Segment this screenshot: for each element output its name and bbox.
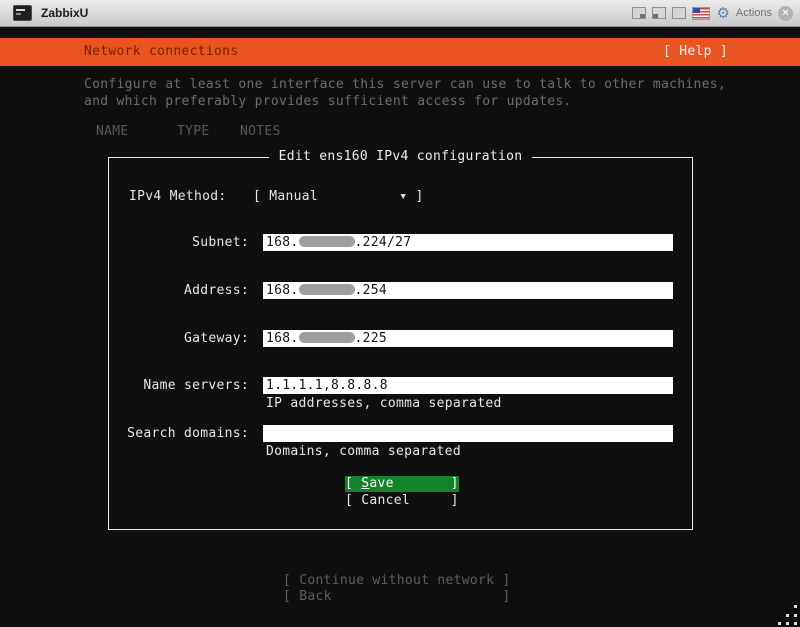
column-header-type: TYPE	[177, 124, 210, 139]
titlebar-controls: Actions	[632, 5, 793, 21]
address-value-prefix: 168.	[266, 283, 299, 298]
search-domains-input[interactable]	[263, 425, 673, 442]
redacted-octet	[298, 284, 355, 295]
subnet-input[interactable]: 168. .224/27	[263, 234, 673, 251]
address-input[interactable]: 168. .254	[263, 282, 673, 299]
keyboard-layout-flag-icon[interactable]	[692, 6, 711, 20]
gateway-value-suffix: .225	[354, 331, 388, 346]
save-rest: ave	[369, 476, 394, 491]
gateway-value-prefix: 168.	[266, 331, 299, 346]
save-button[interactable]: [ Save ]	[345, 476, 459, 492]
redacted-octet	[298, 332, 355, 343]
back-button[interactable]: [ Back ]	[283, 589, 511, 604]
restore-left-window-icon[interactable]	[652, 7, 667, 19]
help-button[interactable]: [ Help ]	[663, 38, 728, 66]
maximize-window-icon[interactable]	[672, 7, 687, 19]
gear-icon[interactable]	[716, 6, 729, 21]
redacted-octet	[298, 236, 355, 247]
actions-button[interactable]: Actions	[736, 7, 772, 19]
save-open: [	[345, 476, 362, 491]
ipv4-method-label: IPv4 Method:	[129, 189, 227, 204]
column-header-notes: NOTES	[240, 124, 281, 139]
close-icon[interactable]	[778, 5, 793, 21]
intro-text-line1: Configure at least one interface this se…	[84, 77, 727, 92]
search-domains-label: Search domains:	[127, 426, 249, 441]
titlebar: ZabbixU Actions	[0, 0, 800, 27]
edit-ipv4-dialog: Edit ens160 IPv4 configuration IPv4 Meth…	[108, 149, 693, 530]
gateway-input[interactable]: 168. .225	[263, 330, 673, 347]
screen-header: Network connections [ Help ]	[0, 38, 800, 66]
address-label: Address:	[183, 283, 249, 298]
intro-text-line2: and which preferably provides sufficient…	[84, 94, 572, 109]
search-domains-help: Domains, comma separated	[266, 444, 462, 459]
continue-without-network-button[interactable]: [ Continue without network ]	[283, 573, 511, 588]
page-title: Network connections	[84, 44, 239, 59]
ipv4-method-dropdown[interactable]: [ Manual ▾ ]	[253, 189, 424, 204]
restore-window-icon[interactable]	[632, 7, 647, 19]
subnet-label: Subnet:	[192, 235, 249, 250]
nameservers-input[interactable]: 1.1.1.1,8.8.8.8	[263, 377, 673, 394]
nameservers-label: Name servers:	[143, 378, 249, 393]
nameservers-help: IP addresses, comma separated	[266, 396, 502, 411]
gateway-label: Gateway:	[183, 331, 249, 346]
subnet-value-suffix: .224/27	[354, 235, 412, 250]
column-header-name: NAME	[96, 124, 129, 139]
console-icon	[13, 5, 32, 21]
vm-console-screen: ZabbixU Actions Network connections [ He…	[0, 0, 800, 627]
cancel-button[interactable]: [ Cancel ]	[345, 493, 459, 508]
save-close: ]	[393, 476, 459, 491]
dialog-title: Edit ens160 IPv4 configuration	[268, 149, 533, 164]
subnet-value-prefix: 168.	[266, 235, 299, 250]
address-value-suffix: .254	[354, 283, 388, 298]
window-title: ZabbixU	[41, 6, 89, 20]
